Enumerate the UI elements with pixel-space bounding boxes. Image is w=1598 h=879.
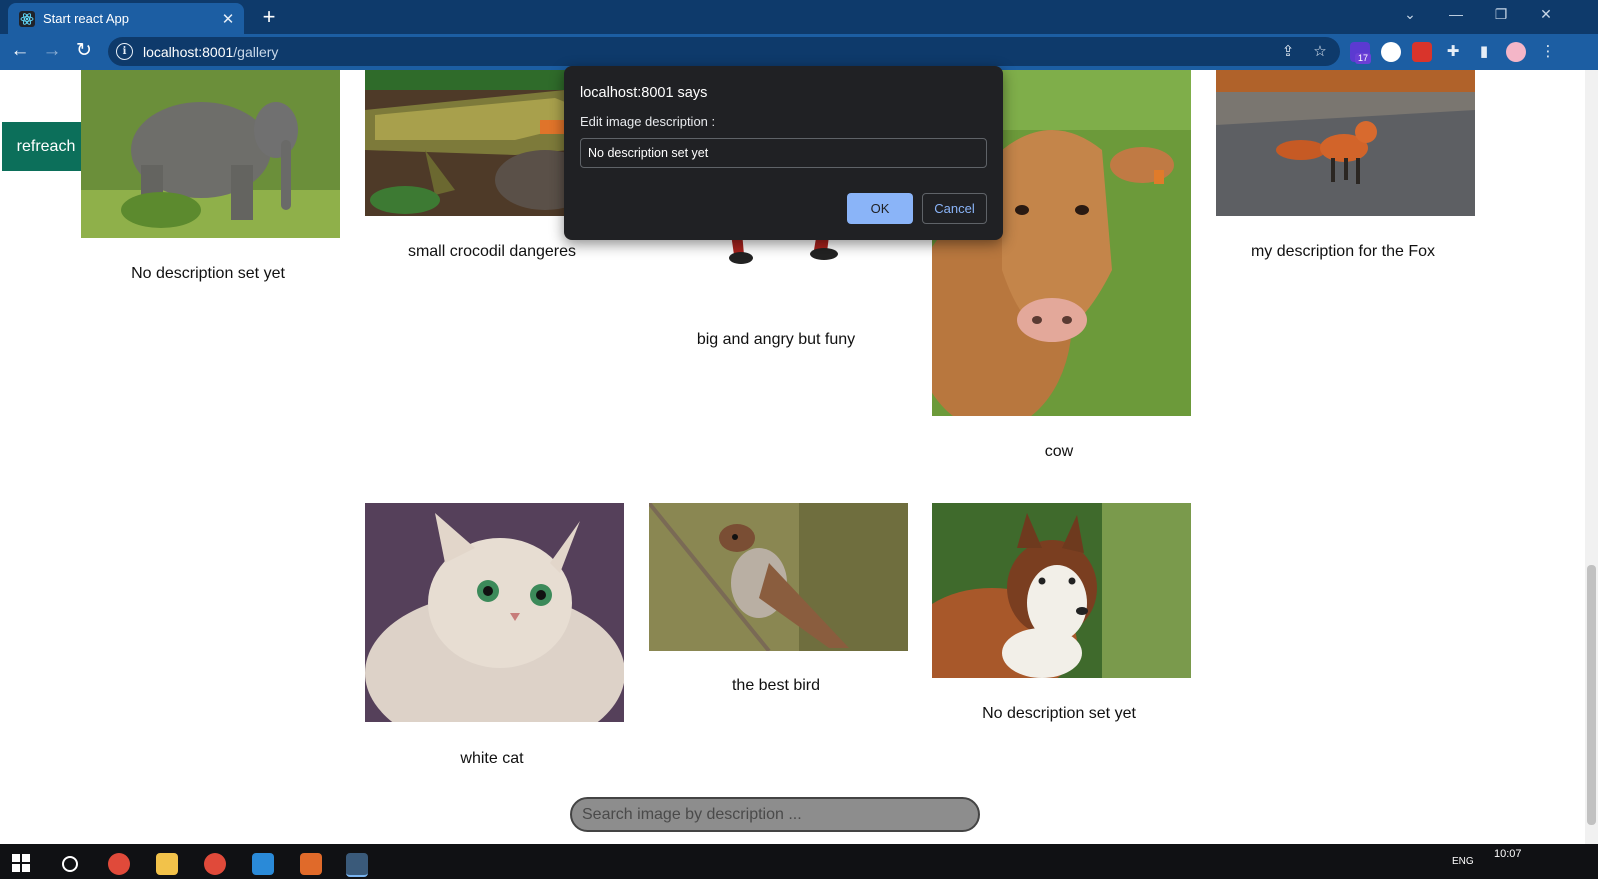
gallery-image-elephant[interactable] [81, 70, 340, 238]
menu-kebab-icon[interactable]: ⋮ [1538, 42, 1558, 60]
scrollbar-thumb[interactable] [1587, 565, 1596, 825]
react-icon [19, 10, 35, 27]
close-window-icon[interactable]: ✕ [1536, 6, 1556, 23]
os-taskbar: ENG 10:07 [0, 844, 1598, 879]
dialog-title: localhost:8001 says [580, 85, 708, 101]
tab-search-icon[interactable]: ⌄ [1400, 6, 1420, 23]
dialog-description-input[interactable] [580, 138, 987, 168]
cancel-button[interactable]: Cancel [922, 193, 987, 224]
image-caption: small crocodil dangeres [407, 243, 577, 260]
profile-avatar[interactable] [1506, 42, 1526, 62]
url-path: /gallery [233, 43, 279, 60]
gallery-image-fox[interactable] [1216, 70, 1475, 216]
image-caption: my description for the Fox [1250, 243, 1436, 260]
restore-icon[interactable]: ❐ [1491, 6, 1511, 23]
browser-toolbar: ← → ↻ i localhost:8001/gallery ⇪ ☆ ✚ ▮ ⋮ [0, 34, 1598, 70]
tab-close-icon[interactable]: ✕ [218, 10, 238, 28]
dialog-message: Edit image description : [580, 114, 716, 129]
page-scrollbar[interactable] [1585, 70, 1598, 844]
back-icon[interactable]: ← [8, 39, 32, 63]
new-tab-button[interactable]: + [258, 4, 280, 30]
minimize-icon[interactable]: — [1446, 6, 1466, 22]
side-panel-icon[interactable]: ▮ [1474, 42, 1494, 60]
language-indicator[interactable]: ENG [1452, 856, 1474, 867]
url-host: localhost:8001 [143, 43, 234, 60]
image-caption: No description set yet [982, 705, 1136, 722]
tab-strip: Start react App ✕ + ⌄ — ❐ ✕ [0, 0, 1598, 34]
image-caption: white cat [460, 750, 524, 767]
image-caption: cow [1044, 443, 1074, 460]
image-caption: big and angry but funy [696, 331, 856, 348]
extension-icon[interactable] [1412, 42, 1432, 62]
extensions-puzzle-icon[interactable]: ✚ [1443, 42, 1463, 60]
chrome-icon[interactable] [204, 853, 226, 875]
share-icon[interactable]: ⇪ [1278, 42, 1298, 60]
file-explorer-icon[interactable] [156, 853, 178, 875]
browser-tab[interactable]: Start react App ✕ [8, 3, 244, 34]
active-app-icon[interactable] [346, 853, 368, 877]
gallery-image-cat[interactable] [365, 503, 624, 722]
tab-title: Start react App [43, 11, 129, 26]
windows-start-icon[interactable] [12, 854, 30, 872]
vscode-icon[interactable] [252, 853, 274, 875]
image-caption: No description set yet [131, 265, 285, 282]
address-bar[interactable]: i localhost:8001/gallery [108, 37, 1340, 66]
refresh-button[interactable]: refreach [2, 122, 90, 171]
extension-icon[interactable] [1381, 42, 1401, 62]
clock[interactable]: 10:07 [1494, 848, 1522, 860]
reload-icon[interactable]: ↻ [72, 39, 96, 63]
search-input[interactable] [570, 797, 980, 832]
prompt-dialog: localhost:8001 says Edit image descripti… [564, 66, 1003, 240]
chrome-icon[interactable] [108, 853, 130, 875]
app-icon[interactable] [300, 853, 322, 875]
image-caption: the best bird [731, 677, 821, 694]
ok-button[interactable]: OK [847, 193, 913, 224]
search-icon[interactable] [62, 856, 78, 872]
forward-icon[interactable]: → [40, 39, 64, 63]
bookmark-star-icon[interactable]: ☆ [1310, 42, 1330, 60]
gallery-image-husky[interactable] [932, 503, 1191, 678]
extension-badge: 17 [1355, 53, 1372, 64]
site-info-icon[interactable]: i [116, 43, 133, 60]
gallery-image-sparrow[interactable] [649, 503, 908, 651]
